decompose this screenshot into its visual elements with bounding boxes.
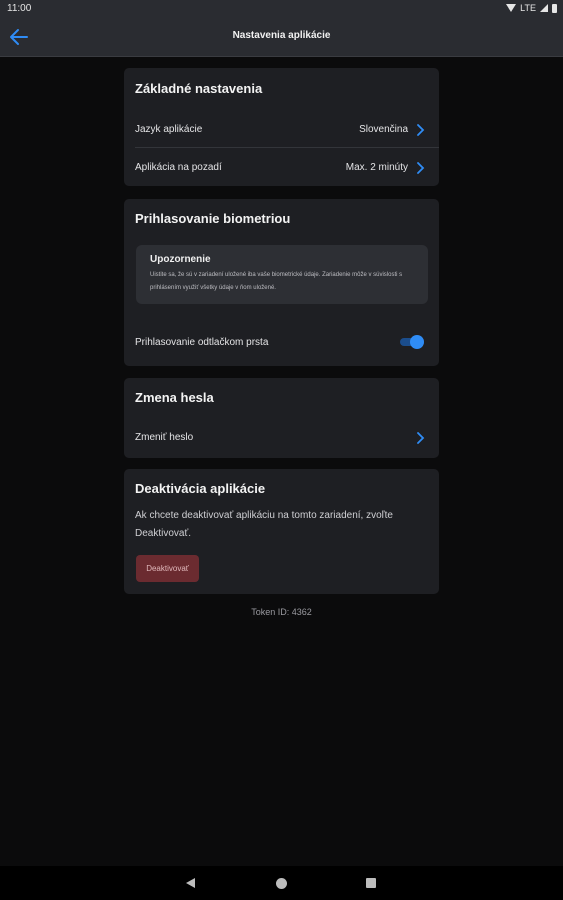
background-value: Max. 2 minúty: [345, 162, 408, 173]
biometrics-card: Prihlasovanie biometriou Upozornenie Uis…: [124, 199, 439, 366]
nav-home-icon[interactable]: [276, 878, 287, 889]
language-value: Slovenčina: [359, 124, 408, 135]
nav-back-icon[interactable]: [186, 878, 195, 888]
page-title: Nastavenia aplikácie: [232, 30, 331, 41]
network-type: LTE: [520, 3, 536, 13]
notice-title: Upozornenie: [150, 254, 211, 265]
status-icons: LTE: [506, 3, 557, 13]
deactivation-card: Deaktivácia aplikácie Ak chcete deaktivo…: [124, 469, 439, 594]
deactivation-title: Deaktivácia aplikácie: [135, 481, 266, 496]
toggle-thumb: [410, 335, 424, 349]
token-id: Token ID: 4362: [251, 607, 312, 617]
fingerprint-label: Prihlasovanie odtlačkom prsta: [135, 337, 269, 348]
change-password-row[interactable]: Zmeniť heslo: [124, 418, 439, 456]
basic-settings-card: Základné nastavenia Jazyk aplikácie Slov…: [124, 68, 439, 186]
signal-icon: [540, 4, 548, 12]
language-row[interactable]: Jazyk aplikácie Slovenčina: [124, 110, 439, 148]
password-title: Zmena hesla: [135, 390, 214, 405]
change-password-label: Zmeniť heslo: [135, 432, 194, 443]
chevron-right-icon: [417, 124, 425, 136]
app-bar: Nastavenia aplikácie: [0, 18, 563, 57]
password-card: Zmena hesla Zmeniť heslo: [124, 378, 439, 458]
status-time: 11:00: [7, 3, 32, 14]
notice-text: Uistite sa, že sú v zariadení uložené ib…: [150, 272, 403, 291]
system-nav-bar: [0, 866, 563, 900]
chevron-right-icon: [417, 162, 425, 174]
background-row[interactable]: Aplikácia na pozadí Max. 2 minúty: [124, 148, 439, 186]
status-bar: 11:00 LTE: [0, 0, 563, 18]
basic-settings-title: Základné nastavenia: [135, 81, 263, 96]
warning-notice: Upozornenie Uistite sa, že sú v zariaden…: [136, 245, 428, 304]
language-label: Jazyk aplikácie: [135, 124, 203, 135]
fingerprint-row: Prihlasovanie odtlačkom prsta: [124, 323, 439, 361]
biometrics-title: Prihlasovanie biometriou: [135, 211, 291, 226]
fingerprint-toggle[interactable]: [400, 335, 424, 349]
battery-icon: [552, 3, 557, 13]
background-label: Aplikácia na pozadí: [135, 162, 222, 173]
nav-recents-icon[interactable]: [366, 878, 376, 888]
deactivate-button[interactable]: Deaktivovať: [136, 555, 199, 582]
deactivation-description: Ak chcete deaktivovať aplikáciu na tomto…: [135, 510, 393, 539]
wifi-icon: [506, 4, 517, 12]
chevron-right-icon: [417, 432, 425, 444]
